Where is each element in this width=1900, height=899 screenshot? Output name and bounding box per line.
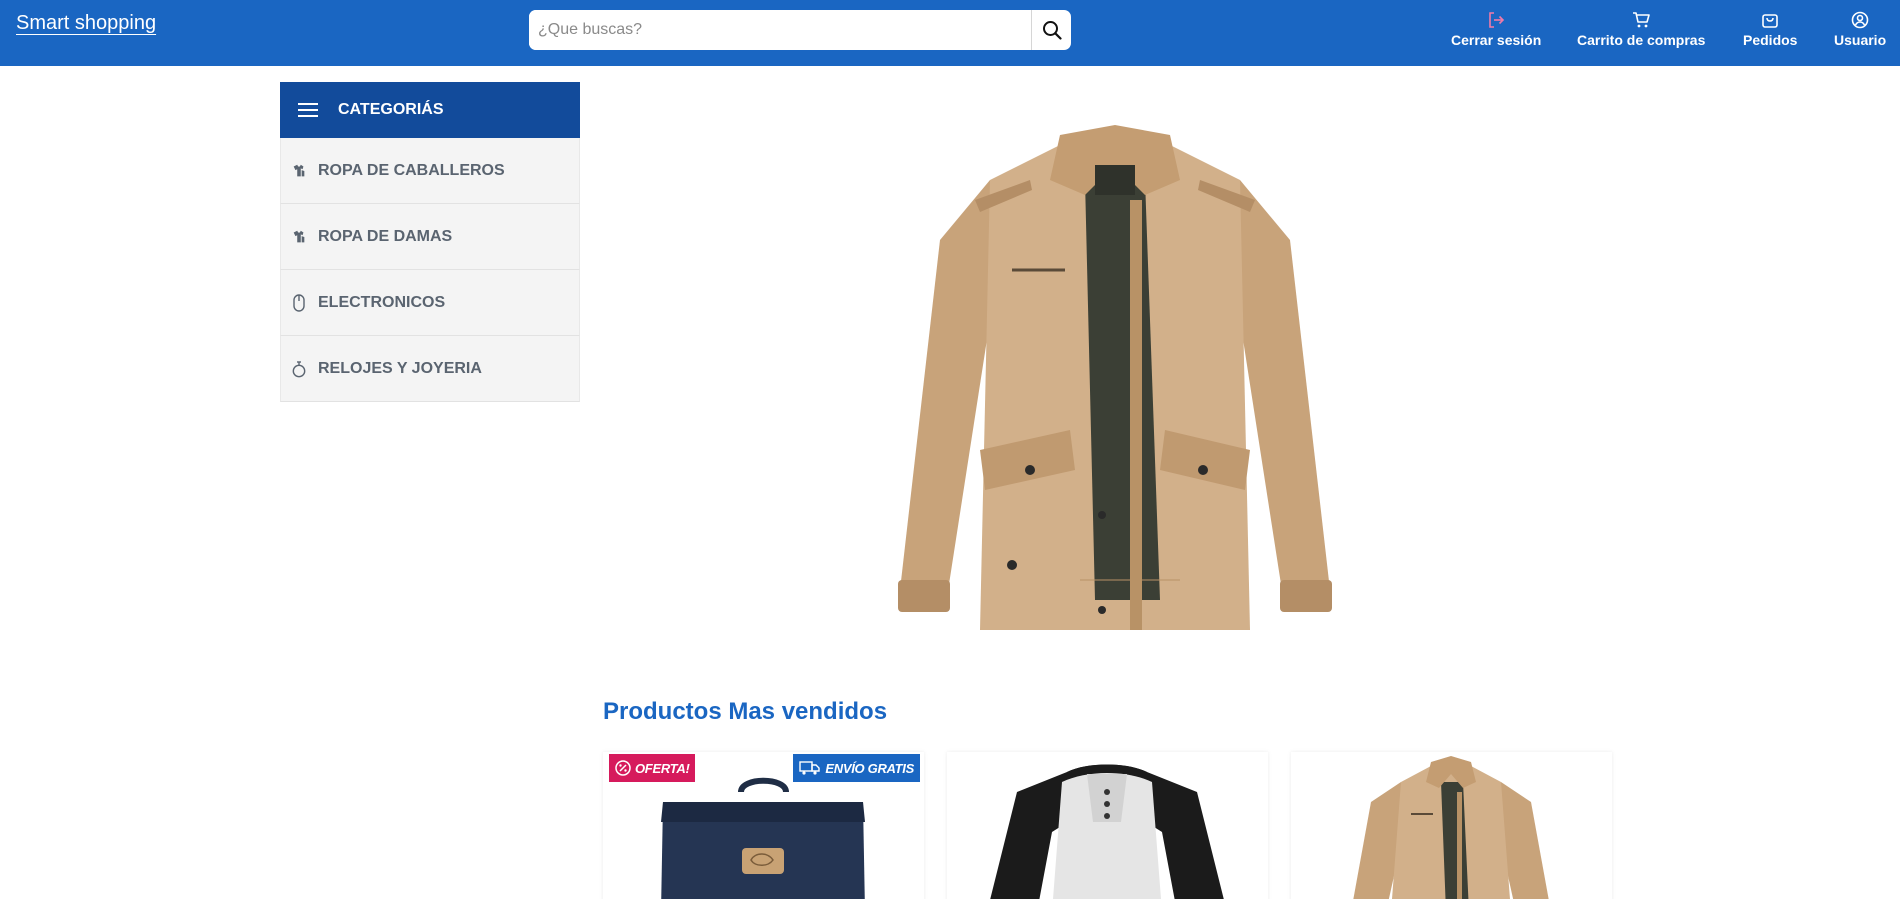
product-image-backpack xyxy=(661,777,865,899)
product-image-jacket xyxy=(1353,756,1549,899)
bag-icon xyxy=(1761,10,1779,30)
hamburger-icon xyxy=(298,102,322,118)
orders-button[interactable]: Pedidos xyxy=(1743,10,1797,48)
logout-button[interactable]: Cerrar sesión xyxy=(1451,10,1541,48)
bestsellers-title: Productos Mas vendidos xyxy=(603,698,888,725)
hanger-icon xyxy=(291,162,307,180)
product-card[interactable]: OFERTA! ENVÍO GRATIS xyxy=(603,752,924,899)
user-label: Usuario xyxy=(1834,32,1887,48)
mouse-icon xyxy=(291,293,307,312)
category-item-mens-clothing[interactable]: ROPA DE CABALLEROS xyxy=(280,138,580,204)
categories-sidebar: CATEGORIÁS ROPA DE CABALLEROS ROPA DE DA… xyxy=(280,82,580,402)
user-icon xyxy=(1851,10,1869,30)
search-icon xyxy=(1042,21,1062,40)
cart-button[interactable]: Carrito de compras xyxy=(1577,10,1705,48)
category-item-womens-clothing[interactable]: ROPA DE DAMAS xyxy=(280,204,580,270)
brand-logo-link[interactable]: Smart shopping xyxy=(16,12,156,35)
search-button[interactable] xyxy=(1031,10,1071,50)
category-item-electronics[interactable]: ELECTRONICOS xyxy=(280,270,580,336)
cart-icon xyxy=(1632,10,1650,30)
cart-label: Carrito de compras xyxy=(1577,32,1706,48)
search-bar xyxy=(529,10,1071,50)
logout-icon xyxy=(1487,10,1505,30)
logout-label: Cerrar sesión xyxy=(1451,32,1542,48)
categories-title: CATEGORIÁS xyxy=(338,101,444,118)
hanger-icon xyxy=(291,228,307,246)
user-button[interactable]: Usuario xyxy=(1834,10,1886,48)
product-card[interactable] xyxy=(947,752,1268,899)
orders-label: Pedidos xyxy=(1743,32,1798,48)
category-item-watches-jewelry[interactable]: RELOJES Y JOYERIA xyxy=(280,336,580,402)
search-input[interactable] xyxy=(529,10,1031,50)
category-label: RELOJES Y JOYERIA xyxy=(318,359,482,377)
stopwatch-icon xyxy=(291,360,307,378)
category-label: ROPA DE DAMAS xyxy=(318,227,453,245)
product-image-shirt xyxy=(990,764,1224,899)
category-label: ROPA DE CABALLEROS xyxy=(318,161,505,179)
hero-banner-image[interactable] xyxy=(880,120,1350,640)
categories-menu-toggle[interactable]: CATEGORIÁS xyxy=(280,82,580,138)
product-card[interactable] xyxy=(1291,752,1612,899)
category-label: ELECTRONICOS xyxy=(318,293,446,311)
top-navbar: Smart shopping Cerrar sesión Carrito de … xyxy=(0,0,1900,66)
